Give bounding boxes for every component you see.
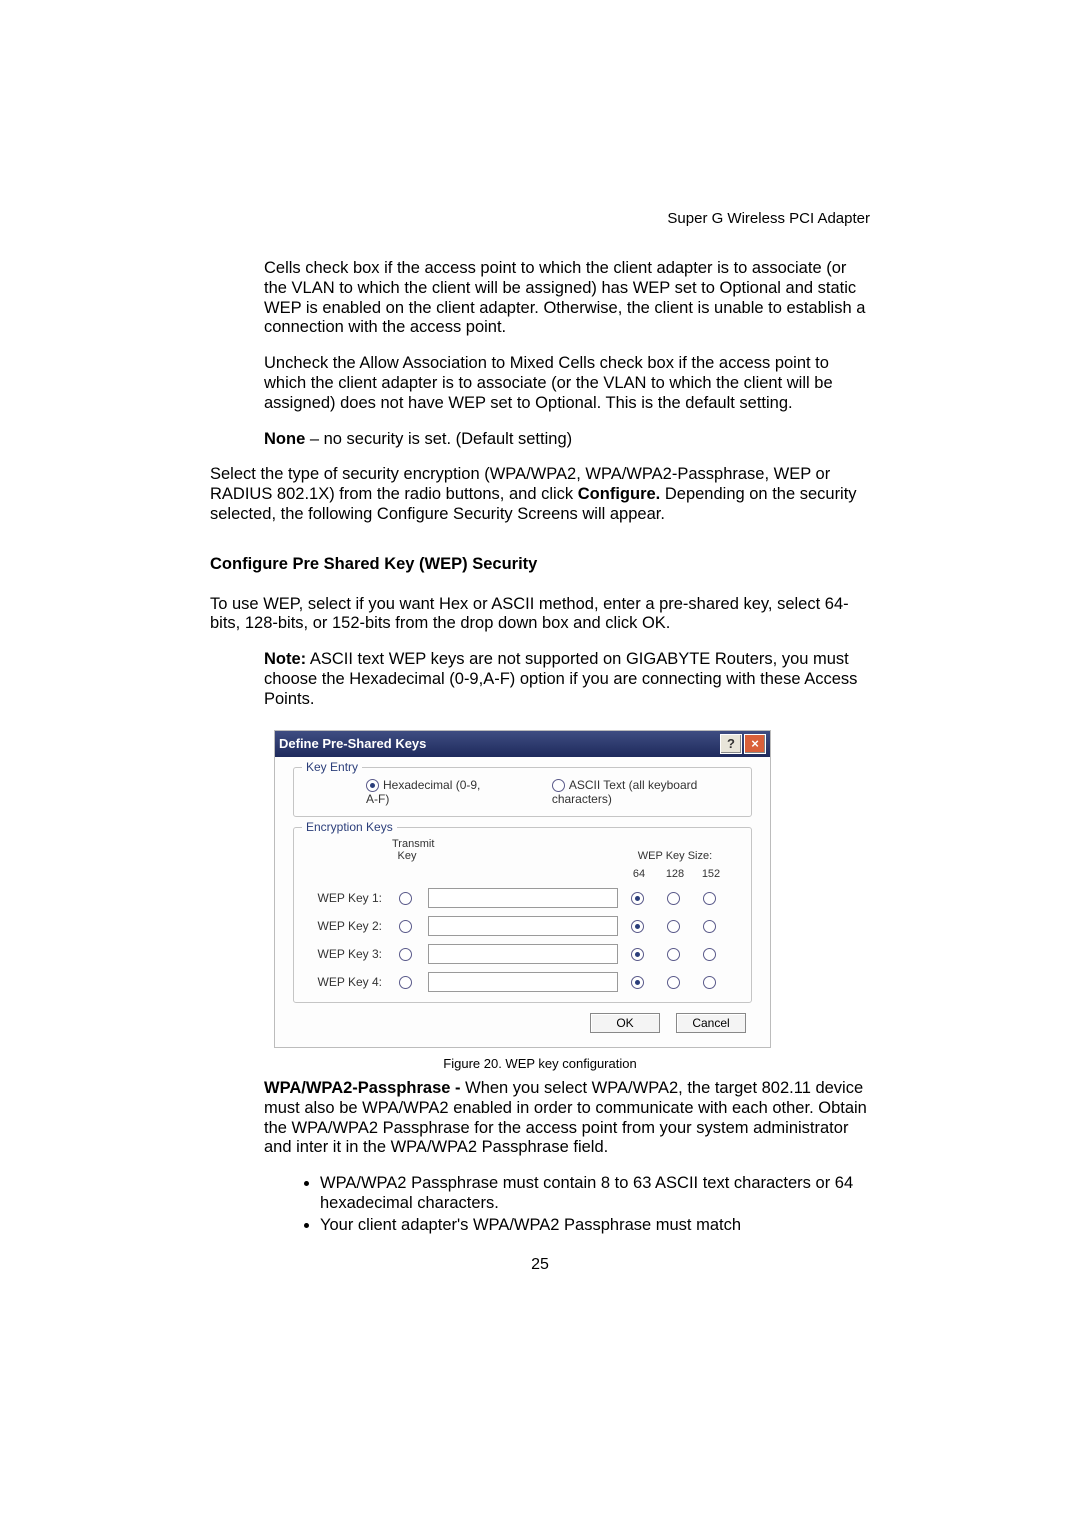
titlebar-buttons: ? ×	[720, 734, 766, 754]
transmit-radio[interactable]	[399, 976, 412, 989]
paragraph: Cells check box if the access point to w…	[264, 259, 870, 338]
text: ASCII text WEP keys are not supported on…	[264, 650, 857, 708]
wep-key-row-1: WEP Key 1:	[306, 888, 739, 908]
paragraph: Uncheck the Allow Association to Mixed C…	[264, 354, 870, 413]
size-128-radio[interactable]	[667, 920, 680, 933]
radio-label: Hexadecimal (0-9, A-F)	[366, 778, 480, 806]
key-entry-group: Key Entry Hexadecimal (0-9, A-F) ASCII T…	[293, 767, 752, 817]
size-128-label: 128	[660, 868, 690, 880]
page-number: 25	[210, 1256, 870, 1274]
wep-key-label: WEP Key 1:	[306, 891, 386, 905]
wep-key-row-2: WEP Key 2:	[306, 916, 739, 936]
transmit-header: Transmit Key	[392, 838, 422, 862]
list-item: Your client adapter's WPA/WPA2 Passphras…	[320, 1216, 870, 1236]
section-heading: Configure Pre Shared Key (WEP) Security	[210, 555, 870, 575]
note-paragraph: Note: ASCII text WEP keys are not suppor…	[264, 650, 870, 709]
wep-key-row-4: WEP Key 4:	[306, 972, 739, 992]
radio-icon	[552, 779, 565, 792]
note-label: Note:	[264, 650, 306, 668]
size-152-radio[interactable]	[703, 892, 716, 905]
transmit-radio[interactable]	[399, 948, 412, 961]
figure: Define Pre-Shared Keys ? × Key Entry Hex…	[274, 730, 771, 1049]
help-icon[interactable]: ?	[720, 734, 742, 754]
size-64-label: 64	[624, 868, 654, 880]
paragraph: Select the type of security encryption (…	[210, 465, 870, 524]
wep-key-label: WEP Key 4:	[306, 975, 386, 989]
ok-button[interactable]: OK	[590, 1013, 660, 1033]
dialog-window: Define Pre-Shared Keys ? × Key Entry Hex…	[274, 730, 771, 1049]
page-header: Super G Wireless PCI Adapter	[210, 210, 870, 227]
wep-key-input[interactable]	[428, 888, 618, 908]
paragraph: None – no security is set. (Default sett…	[264, 430, 870, 450]
group-legend: Key Entry	[302, 760, 362, 774]
size-152-radio[interactable]	[703, 976, 716, 989]
size-64-radio[interactable]	[631, 920, 644, 933]
size-64-radio[interactable]	[631, 948, 644, 961]
radio-icon	[366, 779, 379, 792]
dialog-title: Define Pre-Shared Keys	[279, 736, 426, 751]
text: Key	[398, 850, 417, 862]
size-128-radio[interactable]	[667, 976, 680, 989]
key-entry-row: Hexadecimal (0-9, A-F) ASCII Text (all k…	[306, 778, 739, 806]
group-legend: Encryption Keys	[302, 820, 397, 834]
product-name: Super G Wireless PCI Adapter	[667, 210, 870, 227]
transmit-radio[interactable]	[399, 920, 412, 933]
encryption-header: Transmit Key WEP Key Size:	[306, 838, 739, 862]
text: – no security is set. (Default setting)	[305, 430, 572, 448]
size-labels-row: 64 128 152	[306, 868, 739, 880]
wpa-passphrase-label: WPA/WPA2-Passphrase -	[264, 1079, 461, 1097]
radio-ascii[interactable]: ASCII Text (all keyboard characters)	[552, 778, 739, 806]
wep-size-header: WEP Key Size:	[624, 850, 726, 862]
wep-key-label: WEP Key 3:	[306, 947, 386, 961]
wep-key-input[interactable]	[428, 916, 618, 936]
size-64-radio[interactable]	[631, 892, 644, 905]
size-152-radio[interactable]	[703, 948, 716, 961]
paragraph: To use WEP, select if you want Hex or AS…	[210, 595, 870, 635]
transmit-radio[interactable]	[399, 892, 412, 905]
configure-word: Configure.	[578, 485, 661, 503]
bullet-list: WPA/WPA2 Passphrase must contain 8 to 63…	[320, 1174, 870, 1235]
list-item: WPA/WPA2 Passphrase must contain 8 to 63…	[320, 1174, 870, 1214]
wep-key-input[interactable]	[428, 944, 618, 964]
size-128-radio[interactable]	[667, 948, 680, 961]
size-128-radio[interactable]	[667, 892, 680, 905]
radio-label: ASCII Text (all keyboard characters)	[552, 778, 698, 806]
document-page: Super G Wireless PCI Adapter Cells check…	[0, 0, 1080, 1334]
dialog-body: Key Entry Hexadecimal (0-9, A-F) ASCII T…	[275, 757, 770, 1048]
none-label: None	[264, 430, 305, 448]
wep-key-row-3: WEP Key 3:	[306, 944, 739, 964]
dialog-titlebar: Define Pre-Shared Keys ? ×	[275, 731, 770, 757]
close-icon[interactable]: ×	[744, 734, 766, 754]
encryption-keys-group: Encryption Keys Transmit Key WEP Key Siz…	[293, 827, 752, 1003]
wep-key-input[interactable]	[428, 972, 618, 992]
cancel-button[interactable]: Cancel	[676, 1013, 746, 1033]
paragraph: WPA/WPA2-Passphrase - When you select WP…	[264, 1079, 870, 1158]
figure-caption: Figure 20. WEP key configuration	[210, 1056, 870, 1071]
size-64-radio[interactable]	[631, 976, 644, 989]
text: Transmit	[392, 838, 434, 850]
size-152-radio[interactable]	[703, 920, 716, 933]
dialog-button-row: OK Cancel	[293, 1013, 752, 1033]
wep-key-label: WEP Key 2:	[306, 919, 386, 933]
radio-hex[interactable]: Hexadecimal (0-9, A-F)	[366, 778, 492, 806]
size-152-label: 152	[696, 868, 726, 880]
